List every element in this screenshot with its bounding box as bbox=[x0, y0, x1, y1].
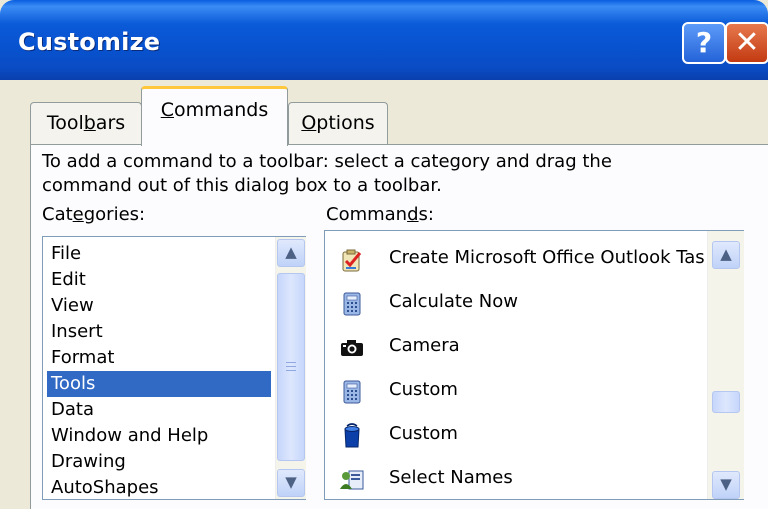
tab-toolbars[interactable]: Toolbars bbox=[30, 102, 142, 144]
commands-list[interactable]: Create Microsoft Office Outlook Task Calc… bbox=[324, 230, 744, 500]
categories-label: Categories: bbox=[42, 204, 146, 225]
title-bar[interactable]: Customize ? ✕ bbox=[0, 0, 768, 80]
scroll-down-button[interactable]: ▼ bbox=[277, 469, 305, 497]
commands-label: Commands: bbox=[326, 204, 434, 225]
calculator-icon bbox=[339, 379, 365, 405]
category-item[interactable]: Insert bbox=[51, 319, 103, 345]
blue-bucket-icon bbox=[339, 423, 365, 449]
category-item[interactable]: AutoShapes bbox=[51, 475, 159, 501]
scroll-up-button[interactable]: ▲ bbox=[712, 241, 740, 269]
category-item[interactable]: Format bbox=[51, 345, 114, 371]
instructions-line-1: To add a command to a toolbar: select a … bbox=[42, 151, 612, 172]
commands-scrollbar[interactable]: ▲ ▼ bbox=[707, 231, 744, 499]
command-label: Custom bbox=[389, 379, 458, 400]
instructions-text: To add a command to a toolbar: select a … bbox=[42, 150, 742, 198]
command-item[interactable]: Create Microsoft Office Outlook Task bbox=[325, 239, 705, 283]
scroll-thumb[interactable] bbox=[277, 273, 305, 461]
thumb-grip bbox=[286, 370, 296, 371]
category-item[interactable]: Edit bbox=[51, 267, 86, 293]
tab-commands[interactable]: Commands bbox=[141, 86, 288, 146]
camera-icon bbox=[339, 335, 365, 361]
command-label: Select Names bbox=[389, 467, 513, 488]
dialog-title: Customize bbox=[18, 28, 161, 56]
tab-options[interactable]: Options bbox=[288, 102, 388, 144]
categories-scrollbar[interactable]: ▲ ▼ bbox=[275, 237, 306, 499]
thumb-grip bbox=[286, 366, 296, 367]
category-item[interactable]: Tools bbox=[47, 371, 271, 397]
calculator-icon bbox=[339, 291, 365, 317]
scroll-thumb[interactable] bbox=[712, 391, 740, 413]
category-item[interactable]: Window and Help bbox=[51, 423, 208, 449]
commands-items: Create Microsoft Office Outlook Task Calc… bbox=[325, 231, 705, 499]
command-item[interactable]: Custom bbox=[325, 415, 705, 459]
command-item[interactable]: Camera bbox=[325, 327, 705, 371]
category-item[interactable]: File bbox=[51, 241, 81, 267]
scroll-down-button[interactable]: ▼ bbox=[712, 471, 740, 499]
category-item[interactable]: Data bbox=[51, 397, 94, 423]
thumb-grip bbox=[286, 362, 296, 363]
command-label: Create Microsoft Office Outlook Task bbox=[389, 247, 705, 268]
command-label: Camera bbox=[389, 335, 460, 356]
command-item[interactable]: Custom bbox=[325, 371, 705, 415]
instructions-line-2: command out of this dialog box to a tool… bbox=[42, 175, 442, 196]
category-item[interactable]: View bbox=[51, 293, 94, 319]
address-book-icon bbox=[339, 467, 365, 493]
category-item[interactable]: Drawing bbox=[51, 449, 126, 475]
scroll-up-button[interactable]: ▲ bbox=[277, 239, 305, 267]
customize-dialog: Customize ? ✕ Toolbars Options Commands … bbox=[0, 0, 768, 509]
command-item[interactable]: Calculate Now bbox=[325, 283, 705, 327]
help-button[interactable]: ? bbox=[682, 22, 726, 64]
categories-list[interactable]: File Edit View Insert Format Tools Data Window … bbox=[42, 236, 306, 500]
command-label: Calculate Now bbox=[389, 291, 518, 312]
command-label: Custom bbox=[389, 423, 458, 444]
close-button[interactable]: ✕ bbox=[725, 22, 768, 64]
outlook-task-icon bbox=[339, 247, 365, 273]
command-item[interactable]: Select Names bbox=[325, 459, 705, 499]
